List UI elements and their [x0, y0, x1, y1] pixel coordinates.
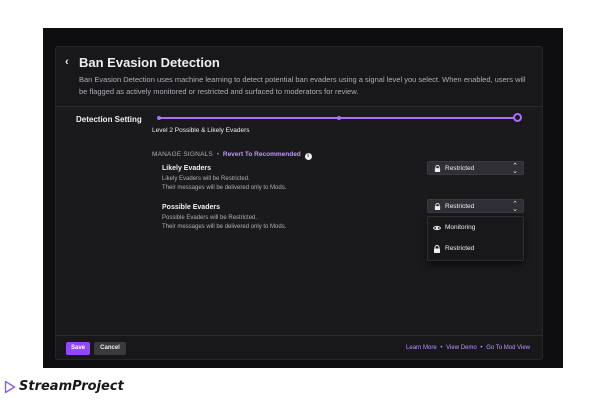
- eye-icon: [433, 225, 441, 231]
- panel-footer: Save Cancel Learn More • View Demo • Go …: [56, 335, 542, 359]
- manage-signals-header: MANAGE SIGNALS • Revert To Recommended i: [152, 151, 312, 160]
- select-chevron-icon: ⌃ ⌄: [512, 163, 518, 175]
- lock-icon: [434, 165, 441, 172]
- select-value: Restricted: [445, 165, 475, 172]
- signal-level-dropdown-menu: Monitoring Restricted: [427, 216, 524, 261]
- dropdown-option-label: Monitoring: [445, 224, 476, 231]
- link-separator: •: [480, 345, 483, 351]
- brand-name: StreamProject: [19, 379, 124, 394]
- dropdown-option-restricted[interactable]: Restricted: [428, 240, 523, 258]
- signal-likely-evaders: Likely Evaders Likely Evaders will be Re…: [162, 165, 362, 193]
- link-separator: •: [440, 345, 443, 351]
- save-button[interactable]: Save: [66, 342, 90, 355]
- signal-description: Possible Evaders will be Restricted.: [162, 215, 258, 221]
- panel-header: ‹ Ban Evasion Detection Ban Evasion Dete…: [56, 47, 542, 107]
- view-demo-link[interactable]: View Demo: [446, 345, 477, 351]
- select-chevron-icon: ⌃ ⌄: [512, 201, 518, 213]
- lock-icon: [434, 203, 441, 210]
- possible-evaders-select[interactable]: Restricted ⌃ ⌄: [427, 199, 524, 213]
- ban-evasion-panel: ‹ Ban Evasion Detection Ban Evasion Dete…: [55, 46, 543, 360]
- revert-to-recommended-link[interactable]: Revert To Recommended: [223, 151, 301, 158]
- page-description: Ban Evasion Detection uses machine learn…: [79, 75, 526, 96]
- signal-description: Likely Evaders will be Restricted.: [162, 176, 250, 182]
- dropdown-option-monitoring[interactable]: Monitoring: [428, 219, 523, 237]
- app-frame: ‹ Ban Evasion Detection Ban Evasion Dete…: [43, 28, 563, 368]
- detection-level-slider[interactable]: [156, 113, 522, 123]
- slider-stop-1[interactable]: [157, 116, 161, 120]
- lock-icon: [434, 245, 440, 253]
- go-to-mod-view-link[interactable]: Go To Mod View: [486, 345, 530, 351]
- manage-signals-label: MANAGE SIGNALS: [152, 151, 213, 158]
- info-icon[interactable]: i: [304, 153, 312, 160]
- back-chevron-icon[interactable]: ‹: [65, 56, 69, 68]
- cancel-button[interactable]: Cancel: [94, 342, 126, 355]
- detection-setting-label: Detection Setting: [76, 115, 142, 124]
- screenshot-stage: ‹ Ban Evasion Detection Ban Evasion Dete…: [0, 0, 600, 400]
- select-value: Restricted: [445, 203, 475, 210]
- detection-level-text: Level 2 Possible & Likely Evaders: [152, 127, 250, 134]
- signal-description: Their messages will be delivered only to…: [162, 224, 287, 230]
- dropdown-option-label: Restricted: [445, 245, 475, 252]
- signal-name: Likely Evaders: [162, 165, 212, 172]
- likely-evaders-select[interactable]: Restricted ⌃ ⌄: [427, 161, 524, 175]
- slider-stop-2[interactable]: [337, 116, 341, 120]
- separator-dot: •: [216, 151, 220, 158]
- signal-description: Their messages will be delivered only to…: [162, 185, 287, 191]
- page-title: Ban Evasion Detection: [79, 55, 220, 70]
- footer-links: Learn More • View Demo • Go To Mod View: [406, 345, 530, 351]
- play-triangle-icon: [4, 380, 16, 394]
- learn-more-link[interactable]: Learn More: [406, 345, 437, 351]
- signal-name: Possible Evaders: [162, 204, 220, 211]
- signal-possible-evaders: Possible Evaders Possible Evaders will b…: [162, 204, 362, 232]
- slider-thumb[interactable]: [513, 113, 522, 122]
